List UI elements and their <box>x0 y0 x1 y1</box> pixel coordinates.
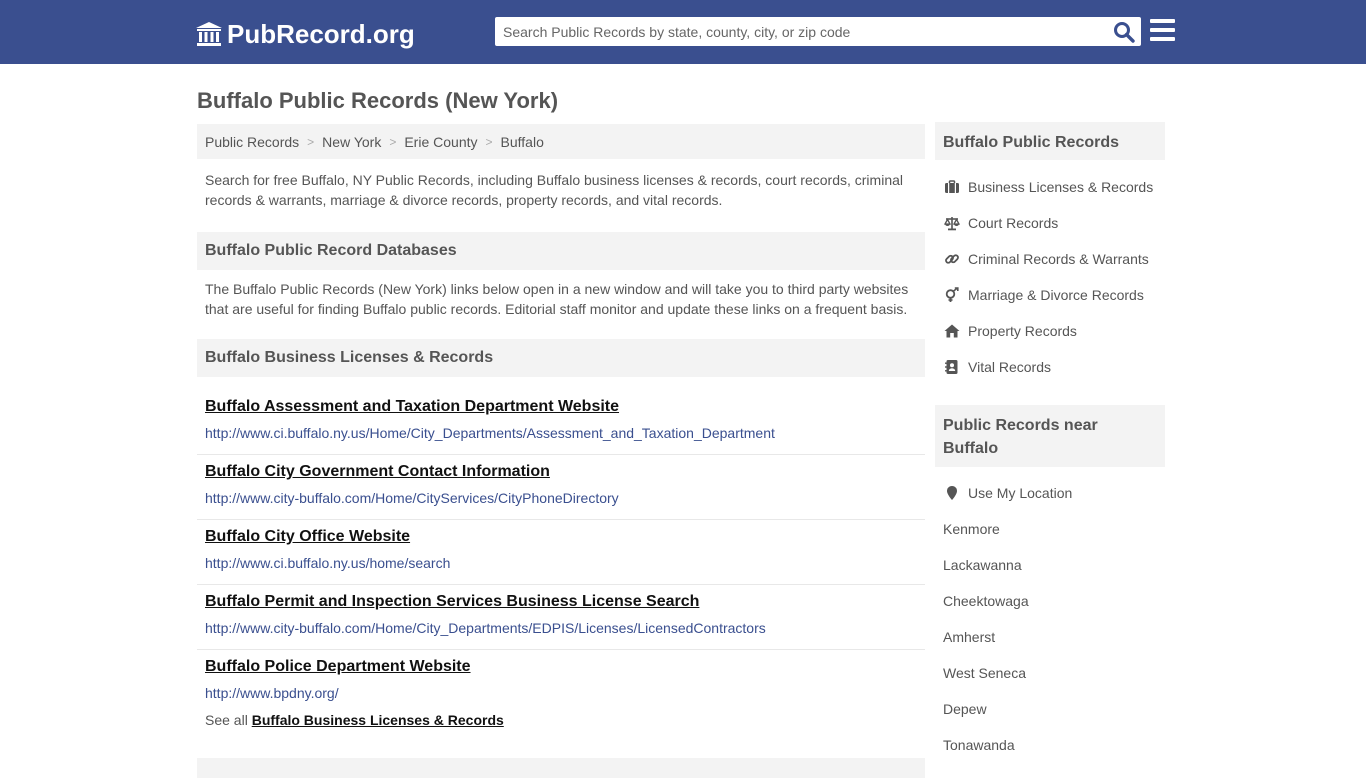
sidebar-item-label: Vital Records <box>968 359 1052 375</box>
see-all-line: See all Buffalo Business Licenses & Reco… <box>205 712 504 728</box>
nearby-city-link[interactable]: Lackawanna <box>943 557 1022 573</box>
nearby-city-link[interactable]: Depew <box>943 701 987 717</box>
sidebar-item-label: Property Records <box>968 323 1077 339</box>
list-item: Buffalo Permit and Inspection Services B… <box>197 585 925 650</box>
record-link-title[interactable]: Buffalo Permit and Inspection Services B… <box>205 593 699 611</box>
record-link-url[interactable]: http://www.bpdny.org/ <box>205 685 339 701</box>
sidebar-item-label: Court Records <box>968 215 1059 231</box>
record-link-title[interactable]: Buffalo Assessment and Taxation Departme… <box>205 398 619 416</box>
see-all-business-link[interactable]: Buffalo Business Licenses & Records <box>252 712 504 728</box>
breadcrumb-item-public-records[interactable]: Public Records <box>205 134 299 150</box>
link-icon <box>943 251 960 267</box>
map-marker-icon <box>943 485 960 501</box>
sidebar-records-heading: Buffalo Public Records <box>935 122 1165 160</box>
databases-heading: Buffalo Public Record Databases <box>197 232 925 270</box>
briefcase-icon <box>943 179 960 195</box>
intro-text: Search for free Buffalo, NY Public Recor… <box>205 172 903 208</box>
use-my-location-label: Use My Location <box>968 485 1073 501</box>
chevron-right-icon: > <box>389 134 397 149</box>
record-link-title[interactable]: Buffalo City Government Contact Informat… <box>205 463 550 481</box>
site-header: PubRecord.org <box>0 0 1366 64</box>
sidebar-item-label: Marriage & Divorce Records <box>968 287 1144 303</box>
list-item: Buffalo Assessment and Taxation Departme… <box>197 390 925 455</box>
nearby-city-link[interactable]: Kenmore <box>943 521 1000 537</box>
search-icon[interactable] <box>1113 21 1135 43</box>
chevron-right-icon: > <box>307 134 315 149</box>
breadcrumb-item-erie-county[interactable]: Erie County <box>404 134 477 150</box>
record-link-url[interactable]: http://www.ci.buffalo.ny.us/home/search <box>205 555 450 571</box>
list-item: Buffalo Police Department Website http:/… <box>197 650 925 715</box>
chevron-right-icon: > <box>485 134 493 149</box>
sidebar-item-label: Business Licenses & Records <box>968 179 1154 195</box>
search-input[interactable] <box>495 17 1105 46</box>
business-heading: Buffalo Business Licenses & Records <box>197 339 925 377</box>
list-item: Buffalo City Office Website http://www.c… <box>197 520 925 585</box>
nearby-city-link[interactable]: Tonawanda <box>943 737 1015 753</box>
search-box <box>495 17 1141 46</box>
record-link-url[interactable]: http://www.city-buffalo.com/Home/City_De… <box>205 620 766 636</box>
sidebar-item-vital[interactable]: Vital Records <box>943 359 1051 375</box>
page-title: Buffalo Public Records (New York) <box>197 88 559 113</box>
sidebar-item-criminal[interactable]: Criminal Records & Warrants <box>943 251 1149 267</box>
home-icon <box>943 323 960 339</box>
logo-text: PubRecord.org <box>227 18 415 49</box>
nearby-city-link[interactable]: Cheektowaga <box>943 593 1029 609</box>
see-all-prefix: See all <box>205 712 248 728</box>
breadcrumb-item-new-york[interactable]: New York <box>322 134 381 150</box>
record-link-url[interactable]: http://www.ci.buffalo.ny.us/Home/City_De… <box>205 425 775 441</box>
nearby-city-link[interactable]: Amherst <box>943 629 995 645</box>
next-section-bar <box>197 758 925 778</box>
use-my-location-link[interactable]: Use My Location <box>943 485 1072 501</box>
sidebar-item-marriage[interactable]: Marriage & Divorce Records <box>943 287 1144 303</box>
site-logo[interactable]: PubRecord.org <box>195 18 415 50</box>
record-link-title[interactable]: Buffalo City Office Website <box>205 528 410 546</box>
breadcrumb-item-buffalo[interactable]: Buffalo <box>501 134 544 150</box>
list-item: Buffalo City Government Contact Informat… <box>197 455 925 520</box>
sidebar-near-heading: Public Records near Buffalo <box>935 405 1165 467</box>
sidebar-item-business[interactable]: Business Licenses & Records <box>943 179 1153 195</box>
databases-description: The Buffalo Public Records (New York) li… <box>205 281 909 317</box>
nearby-city-link[interactable]: West Seneca <box>943 665 1026 681</box>
record-link-url[interactable]: http://www.city-buffalo.com/Home/CitySer… <box>205 490 619 506</box>
record-link-title[interactable]: Buffalo Police Department Website <box>205 658 471 676</box>
gender-icon <box>943 287 960 303</box>
sidebar-item-court[interactable]: Court Records <box>943 215 1058 231</box>
courthouse-icon <box>196 22 222 46</box>
sidebar-item-property[interactable]: Property Records <box>943 323 1077 339</box>
breadcrumb: Public Records > New York > Erie County … <box>197 124 925 159</box>
hamburger-menu-icon[interactable] <box>1150 19 1176 43</box>
sidebar-item-label: Criminal Records & Warrants <box>968 251 1149 267</box>
scales-icon <box>943 215 960 231</box>
address-book-icon <box>943 359 960 375</box>
